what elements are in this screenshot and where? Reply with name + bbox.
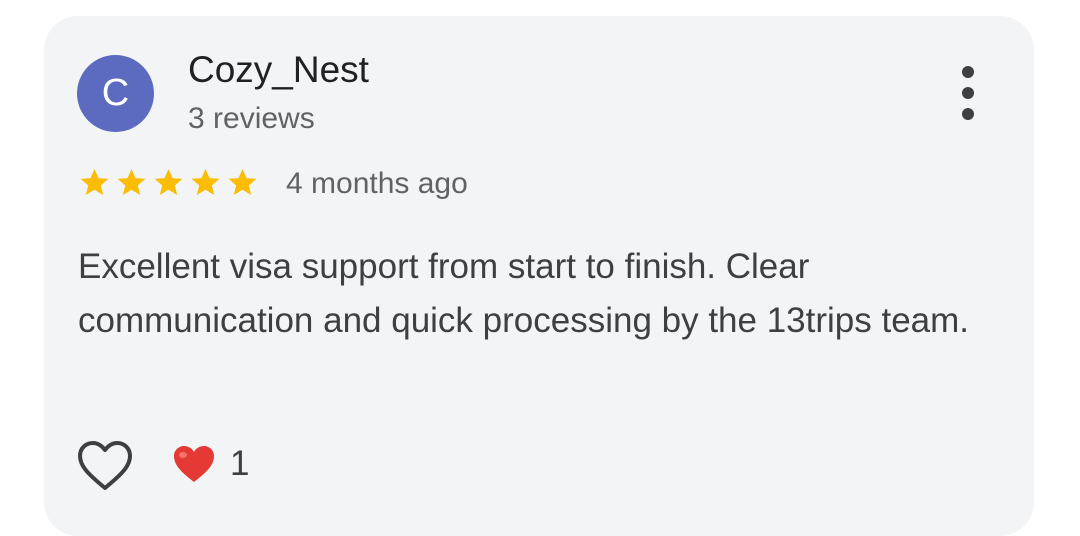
review-card: C Cozy_Nest 3 reviews 4 months ago Excel…: [44, 16, 1034, 536]
red-heart-icon: [172, 444, 216, 484]
reaction-count: 1: [230, 444, 250, 483]
reviewer-name[interactable]: Cozy_Nest: [188, 49, 369, 91]
more-vert-icon-dot: [962, 108, 974, 120]
star-icon: [226, 166, 259, 199]
reaction-summary[interactable]: 1: [172, 444, 249, 484]
more-options-button[interactable]: [950, 66, 986, 120]
avatar[interactable]: C: [77, 55, 154, 132]
like-button[interactable]: [76, 440, 134, 494]
review-count: 3 reviews: [188, 102, 315, 135]
more-vert-icon-dot: [962, 87, 974, 99]
more-vert-icon: [962, 66, 974, 78]
review-text: Excellent visa support from start to fin…: [78, 247, 970, 340]
star-icon: [152, 166, 185, 199]
heart-outline-icon: [78, 441, 132, 490]
star-icon: [115, 166, 148, 199]
star-rating: [78, 166, 259, 199]
star-icon: [78, 166, 111, 199]
star-icon: [189, 166, 222, 199]
review-timestamp: 4 months ago: [286, 167, 468, 200]
